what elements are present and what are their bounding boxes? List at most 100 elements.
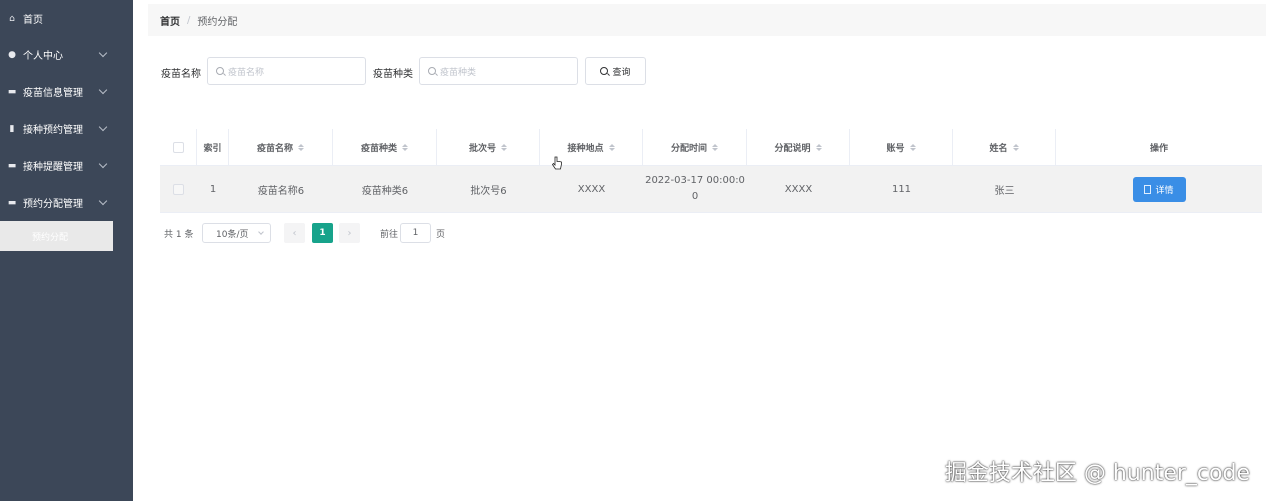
- query-button-label: 查询: [612, 67, 631, 78]
- sidebar-item-personal-center[interactable]: ● 个人中心: [0, 36, 133, 73]
- search-icon: [216, 67, 224, 75]
- col-header-batch[interactable]: 批次号: [437, 129, 540, 165]
- cell-actions: 详情: [1056, 166, 1262, 212]
- vaccine-type-input[interactable]: 疫苗种类: [419, 57, 578, 85]
- chevron-down-icon: [98, 85, 108, 94]
- breadcrumb-separator: /: [187, 14, 191, 26]
- folder-icon: ▬: [7, 86, 17, 97]
- col-header-note[interactable]: 分配说明: [747, 129, 850, 165]
- cell-time: 2022-03-17 00:00:0 0: [643, 166, 747, 212]
- row-select-cell: [160, 166, 197, 212]
- vaccine-name-label: 疫苗名称: [161, 69, 201, 80]
- sidebar-item-label: 接种提醒管理: [23, 162, 83, 173]
- sidebar-item-label: 首页: [23, 15, 43, 26]
- sidebar-item-label: 疫苗信息管理: [23, 88, 83, 99]
- sidebar-item-appointment[interactable]: ▮ 接种预约管理: [0, 110, 133, 147]
- sort-icon[interactable]: [298, 143, 304, 151]
- col-header-label: 疫苗种类: [360, 143, 397, 154]
- page-size-select[interactable]: 10条/页: [202, 223, 271, 243]
- detail-button-label: 详情: [1155, 185, 1174, 196]
- col-header-vaccine-name[interactable]: 疫苗名称: [229, 129, 333, 165]
- prev-page-button[interactable]: ‹: [284, 223, 305, 243]
- col-header-index: 索引: [197, 129, 229, 165]
- document-icon: ▬: [7, 197, 17, 208]
- goto-page-input[interactable]: 1: [400, 223, 431, 243]
- col-header-label: 索引: [203, 143, 222, 154]
- col-header-label: 姓名: [989, 143, 1008, 154]
- sort-icon[interactable]: [402, 143, 408, 151]
- col-header-label: 账号: [886, 143, 905, 154]
- sidebar-subitem-allocation[interactable]: 预约分配: [0, 221, 113, 251]
- breadcrumb-home[interactable]: 首页: [160, 13, 180, 28]
- col-header-vaccine-type[interactable]: 疫苗种类: [333, 129, 437, 165]
- chevron-down-icon: [98, 48, 108, 57]
- next-page-button[interactable]: ›: [339, 223, 360, 243]
- col-header-name[interactable]: 姓名: [953, 129, 1056, 165]
- goto-label: 前往: [380, 230, 399, 240]
- cell-vaccine-name: 疫苗名称6: [257, 185, 305, 197]
- chevron-down-icon: [98, 159, 108, 168]
- sort-icon[interactable]: [608, 143, 615, 151]
- sidebar-item-home[interactable]: ⌂ 首页: [0, 0, 133, 37]
- select-all-checkbox[interactable]: [172, 141, 184, 153]
- col-header-time[interactable]: 分配时间: [643, 129, 747, 165]
- user-icon: ●: [8, 49, 16, 60]
- chevron-down-icon: [98, 196, 108, 205]
- sidebar-item-label: 接种预约管理: [23, 125, 83, 136]
- select-all-cell: [160, 129, 197, 165]
- chevron-down-icon: [258, 229, 264, 235]
- vaccine-name-placeholder: 疫苗名称: [228, 67, 265, 78]
- col-header-label: 接种地点: [567, 143, 604, 154]
- page-number-current[interactable]: 1: [312, 223, 333, 243]
- page-size-value: 10条/页: [216, 229, 249, 240]
- cell-note: XXXX: [784, 183, 813, 195]
- col-header-label: 批次号: [468, 143, 496, 154]
- col-header-account[interactable]: 账号: [850, 129, 953, 165]
- cell-location: XXXX: [577, 183, 606, 195]
- document-icon: [1144, 184, 1152, 194]
- watermark: 掘金技术社区 @ hunter_code: [944, 461, 1250, 486]
- cell-index: 1: [209, 183, 217, 195]
- col-header-label: 分配时间: [670, 143, 707, 154]
- col-header-label: 分配说明: [774, 143, 811, 154]
- cell-vaccine-type: 疫苗种类6: [361, 185, 409, 197]
- sort-icon[interactable]: [1012, 143, 1019, 151]
- query-button[interactable]: 查询: [585, 57, 646, 85]
- breadcrumb-current: 预约分配: [197, 16, 238, 28]
- page-suffix-label: 页: [436, 230, 446, 240]
- sort-icon[interactable]: [501, 143, 507, 151]
- detail-button[interactable]: 详情: [1132, 176, 1186, 202]
- cell-time-line1: 2022-03-17 00:00:0: [645, 175, 745, 186]
- breadcrumb: 首页 / 预约分配: [148, 4, 1266, 36]
- table-row: 1 疫苗名称6 疫苗种类6 批次号6 XXXX 2022-03-17 00:00…: [160, 166, 1262, 213]
- chevron-down-icon: [98, 122, 108, 131]
- hand-cursor-icon: [551, 156, 562, 170]
- sidebar-item-vaccine-info[interactable]: ▬ 疫苗信息管理: [0, 73, 133, 110]
- sidebar: ⌂ 首页 ● 个人中心 ▬ 疫苗信息管理 ▮ 接种预约管理 ▬ 接种提醒管理 ▬…: [0, 0, 133, 501]
- col-header-label: 操作: [1149, 143, 1168, 154]
- cell-name: 张三: [994, 185, 1015, 197]
- home-icon: ⌂: [9, 13, 15, 24]
- sort-icon[interactable]: [815, 143, 822, 151]
- allocation-table: 索引 疫苗名称 疫苗种类 批次号 接种地点 分配时间 分配说明 账号 姓名 操作…: [160, 129, 1262, 213]
- vaccine-type-label: 疫苗种类: [373, 69, 413, 80]
- col-header-label: 疫苗名称: [256, 143, 293, 154]
- pagination-total: 共 1 条: [164, 230, 194, 240]
- col-header-actions: 操作: [1056, 129, 1262, 165]
- sidebar-item-reminder[interactable]: ▬ 接种提醒管理: [0, 147, 133, 184]
- cell-account: 111: [891, 183, 912, 195]
- sidebar-item-label: 预约分配管理: [23, 199, 83, 210]
- message-icon: ▬: [7, 160, 17, 171]
- sidebar-item-allocation[interactable]: ▬ 预约分配管理: [0, 184, 133, 221]
- cell-batch: 批次号6: [470, 185, 507, 197]
- sidebar-item-label: 个人中心: [23, 51, 63, 62]
- clipboard-icon: ▮: [9, 123, 15, 134]
- sort-icon[interactable]: [909, 143, 916, 151]
- table-header: 索引 疫苗名称 疫苗种类 批次号 接种地点 分配时间 分配说明 账号 姓名 操作: [160, 129, 1262, 166]
- cell-time-line2: 0: [691, 191, 699, 202]
- sort-icon[interactable]: [712, 143, 718, 151]
- row-checkbox[interactable]: [173, 183, 184, 195]
- vaccine-type-placeholder: 疫苗种类: [440, 67, 477, 78]
- search-icon: [428, 67, 436, 75]
- vaccine-name-input[interactable]: 疫苗名称: [207, 57, 366, 85]
